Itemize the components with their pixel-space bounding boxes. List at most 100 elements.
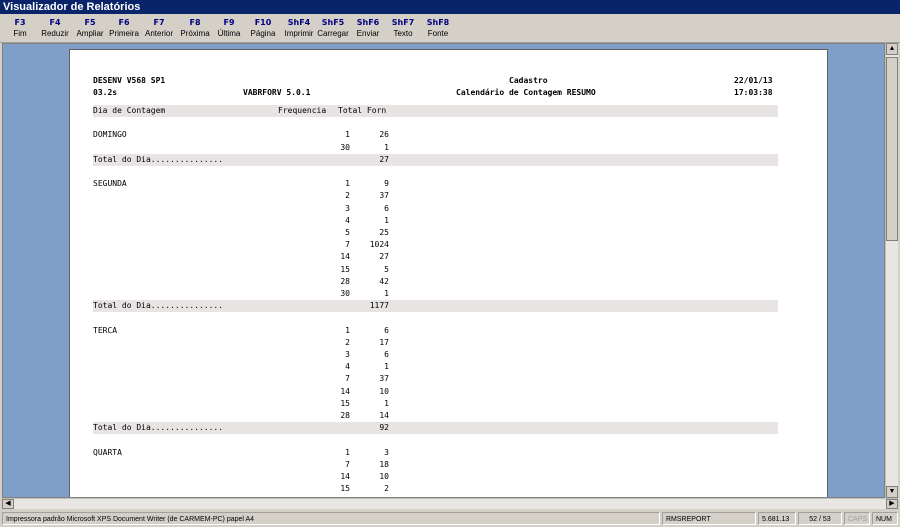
- report-subtitle: Calendário de Contagem RESUMO: [456, 88, 596, 97]
- table-row: 36: [93, 349, 778, 361]
- frequency-cell: 28: [340, 276, 350, 286]
- report-time: 17:03:38: [734, 88, 773, 97]
- toolbar-button-primeira[interactable]: F6 Primeira: [106, 17, 142, 39]
- column-header-day: Dia de Contagem: [93, 106, 166, 115]
- toolbar-button-label: Fonte: [427, 29, 449, 38]
- table-row: 5 25: [93, 227, 778, 239]
- status-module: RMSREPORT: [662, 512, 756, 525]
- frequency-cell: 3: [345, 350, 350, 359]
- table-row: 15 5: [93, 264, 778, 276]
- total-cell: 6: [384, 325, 389, 335]
- toolbar-button-proxima[interactable]: F8 Próxima: [177, 17, 213, 39]
- toolbar-button-pagina[interactable]: F10 Página: [245, 17, 281, 39]
- total-cell: 1: [384, 215, 389, 225]
- toolbar-button-label: Anterior: [144, 29, 173, 38]
- day-total-label: Total do Dia...............: [93, 423, 224, 433]
- toolbar-button-imprimir[interactable]: ShF4 Imprimir: [281, 17, 317, 39]
- scroll-left-button[interactable]: ◀: [2, 499, 14, 509]
- column-header: Dia de Contagem Frequencia Total Forn: [93, 105, 778, 117]
- toolbar-shortcut-key: F10: [254, 18, 272, 27]
- frequency-cell: 7: [345, 459, 350, 469]
- table-row: 14 10: [93, 386, 778, 398]
- toolbar-button-ultima[interactable]: F9 Última: [211, 17, 247, 39]
- toolbar-button-reduzir[interactable]: F4 Reduzir: [37, 17, 73, 39]
- toolbar-button-label: Enviar: [356, 29, 380, 38]
- table-row: 15 1: [93, 398, 778, 410]
- day-total-label: Total do Dia...............: [93, 154, 224, 164]
- report-program: VABRFORV 5.0.1: [243, 88, 311, 97]
- toolbar-shortcut-key: ShF8: [426, 18, 450, 27]
- day-name: QUARTA: [93, 447, 122, 457]
- toolbar-button-enviar[interactable]: ShF6 Enviar: [350, 17, 386, 39]
- frequency-cell: 1: [345, 130, 350, 140]
- report-system: DESENV V568 SP1: [93, 76, 166, 85]
- status-printer: Impressora padrão Microsoft XPS Document…: [2, 512, 660, 525]
- table-row: 14 27: [93, 251, 778, 263]
- status-caps: CAPS: [844, 512, 870, 525]
- day-total-row: Total do Dia............... 27: [93, 154, 778, 166]
- table-row: 41: [93, 215, 778, 227]
- day-total-row: Total do Dia............... 92: [93, 422, 778, 434]
- table-row: 2 17: [93, 337, 778, 349]
- frequency-cell: 2: [345, 191, 350, 201]
- table-row: DOMINGO 1 26: [93, 129, 778, 141]
- scroll-right-button[interactable]: ▶: [886, 499, 898, 509]
- table-row: 7 18: [93, 459, 778, 471]
- toolbar-shortcut-key: ShF4: [287, 18, 311, 27]
- table-row: 28 14: [93, 410, 778, 422]
- toolbar-button-ampliar[interactable]: F5 Ampliar: [72, 17, 108, 39]
- toolbar-shortcut-key: F3: [14, 18, 26, 27]
- total-cell: 6: [384, 350, 389, 359]
- toolbar-button-label: Ampliar: [76, 29, 104, 38]
- frequency-cell: 1: [345, 447, 350, 457]
- frequency-cell: 14: [340, 252, 350, 262]
- status-num: NUM: [872, 512, 898, 525]
- total-cell: 3: [384, 447, 389, 457]
- total-cell: 6: [384, 203, 389, 213]
- frequency-cell: 5: [345, 228, 350, 237]
- frequency-cell: 4: [345, 215, 350, 225]
- report-title: Cadastro: [509, 76, 548, 85]
- total-cell: 26: [379, 130, 389, 140]
- total-cell: 17: [379, 337, 389, 347]
- toolbar-shortcut-key: ShF6: [356, 18, 380, 27]
- status-page: 52 / 53: [798, 512, 842, 525]
- total-cell: 5: [384, 264, 389, 274]
- frequency-cell: 4: [345, 362, 350, 372]
- total-cell: 14: [379, 411, 389, 420]
- frequency-cell: 2: [345, 337, 350, 347]
- scroll-up-button[interactable]: ▲: [886, 43, 898, 55]
- frequency-cell: 7: [345, 374, 350, 384]
- toolbar-button-fonte[interactable]: ShF8 Fonte: [420, 17, 456, 39]
- total-cell: 1: [384, 362, 389, 372]
- total-cell: 37: [379, 191, 389, 201]
- toolbar-button-texto[interactable]: ShF7 Texto: [385, 17, 421, 39]
- horizontal-scrollbar[interactable]: ◀ ▶: [2, 498, 898, 509]
- frequency-cell: 15: [340, 398, 350, 408]
- toolbar-shortcut-key: F5: [84, 18, 96, 27]
- table-row: 30 1: [93, 288, 778, 300]
- toolbar-button-anterior[interactable]: F7 Anterior: [141, 17, 177, 39]
- total-cell: 27: [379, 252, 389, 262]
- day-total-row: Total do Dia............... 1177: [93, 300, 778, 312]
- toolbar-button-carregar[interactable]: ShF5 Carregar: [315, 17, 351, 39]
- scroll-down-button[interactable]: ▼: [886, 486, 898, 498]
- vertical-scrollbar[interactable]: ▲ ▼: [885, 43, 898, 498]
- day-total-value: 92: [379, 423, 389, 433]
- table-row: 14 10: [93, 471, 778, 483]
- toolbar-button-label: Fim: [13, 29, 27, 38]
- day-total-label: Total do Dia...............: [93, 301, 224, 311]
- column-header-total: Total Forn: [338, 106, 387, 115]
- frequency-cell: 14: [340, 472, 350, 481]
- table-row: 2 37: [93, 190, 778, 202]
- table-row: 36: [93, 203, 778, 215]
- toolbar-button-label: Última: [217, 29, 241, 38]
- report-viewport[interactable]: DESENV V568 SP1 03.2s VABRFORV 5.0.1 Cad…: [2, 43, 885, 498]
- table-row: TERCA 1 6: [93, 325, 778, 337]
- toolbar-button-label: Reduzir: [41, 29, 69, 38]
- table-row: 7 1024: [93, 239, 778, 251]
- total-cell: 1: [384, 142, 389, 152]
- scroll-thumb[interactable]: [886, 57, 898, 241]
- frequency-cell: 15: [340, 484, 350, 494]
- toolbar-button-fim[interactable]: F3 Fim: [2, 17, 38, 39]
